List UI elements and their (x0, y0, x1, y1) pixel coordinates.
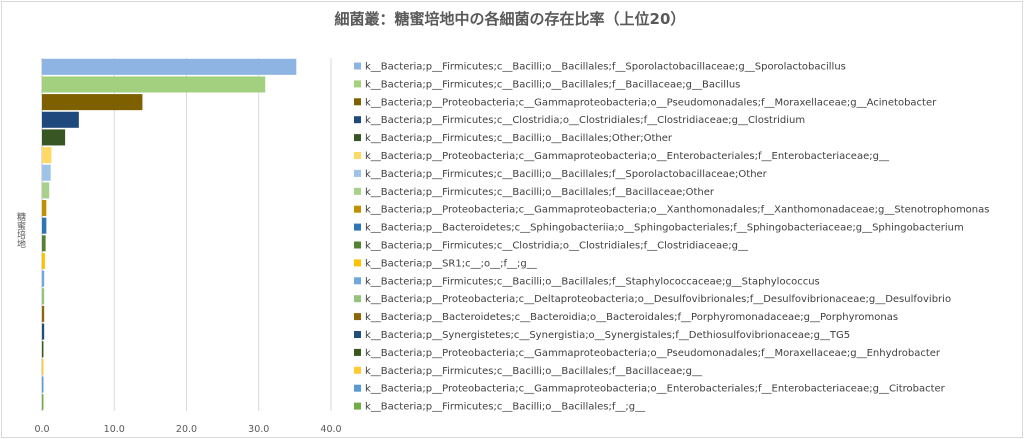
legend-swatch (354, 116, 361, 124)
legend-swatch (354, 259, 361, 267)
legend-swatch (354, 62, 361, 70)
legend-swatch (354, 277, 361, 285)
legend-swatch (354, 187, 361, 195)
legend-label: k__Bacteria;p__Firmicutes;c__Bacilli;o__… (365, 169, 768, 180)
legend-label: k__Bacteria;p__Proteobacteria;c__Gammapr… (365, 348, 941, 359)
legend-label: k__Bacteria;p__Firmicutes;c__Bacilli;o__… (365, 276, 820, 287)
legend-label: k__Bacteria;p__Bacteroidetes;c__Bacteroi… (365, 312, 898, 323)
bar (42, 147, 52, 164)
legend-label: k__Bacteria;p__Firmicutes;c__Bacilli;o__… (365, 187, 715, 198)
legend-swatch (354, 98, 361, 106)
legend-swatch (354, 366, 361, 374)
bar (42, 376, 44, 393)
bar (42, 200, 47, 217)
legend-label: k__Bacteria;p__Proteobacteria;c__Gammapr… (365, 151, 890, 162)
bar (42, 270, 45, 287)
bar (42, 394, 44, 411)
bar (42, 252, 45, 269)
legend-label: k__Bacteria;p__Firmicutes;c__Clostridia;… (365, 115, 805, 126)
bar (42, 358, 44, 375)
x-tick-label: 20.0 (176, 424, 197, 435)
x-tick-label: 0.0 (34, 424, 49, 435)
bar (42, 235, 46, 252)
bar (42, 182, 50, 199)
legend-label: k__Bacteria;p__Firmicutes;c__Clostridia;… (365, 241, 749, 252)
bar (42, 217, 47, 234)
legend-label: k__Bacteria;p__Firmicutes;c__Bacilli;o__… (365, 79, 740, 90)
bar (42, 111, 79, 128)
bar (42, 323, 45, 340)
legend-label: k__Bacteria;p__Firmicutes;c__Bacilli;o__… (365, 133, 673, 144)
legend-label: k__Bacteria;p__Proteobacteria;c__Deltapr… (365, 294, 951, 305)
chart-plot: 0.0 10.0 20.0 30.0 40.0 k__Bacteria;p__Firmic… (34, 58, 989, 435)
legend-swatch (354, 80, 361, 88)
bar (42, 305, 45, 322)
legend-label: k__Bacteria;p__SR1;c__;o__;f__;g__ (365, 258, 538, 269)
legend-swatch (354, 205, 361, 213)
legend-label: k__Bacteria;p__Bacteroidetes;c__Sphingob… (365, 223, 964, 234)
x-tick-label: 30.0 (248, 424, 269, 435)
legend-swatch (354, 402, 361, 410)
bar (42, 76, 266, 93)
bar (42, 341, 44, 358)
bar (42, 58, 297, 75)
bar (42, 288, 45, 305)
bar (42, 94, 143, 111)
legend-swatch (354, 169, 361, 177)
legend-label: k__Bacteria;p__Firmicutes;c__Bacilli;o__… (365, 62, 846, 73)
bar (42, 129, 66, 146)
legend-swatch (354, 223, 361, 231)
legend-label: k__Bacteria;p__Firmicutes;c__Bacilli;o__… (365, 366, 703, 377)
legend-swatch (354, 384, 361, 392)
legend-swatch (354, 313, 361, 321)
legend-swatch (354, 295, 361, 303)
legend-swatch (354, 348, 361, 356)
legend-label: k__Bacteria;p__Firmicutes;c__Bacilli;o__… (365, 402, 646, 413)
bar (42, 164, 51, 181)
legend-label: k__Bacteria;p__Synergistetes;c__Synergis… (365, 330, 850, 341)
x-tick-label: 40.0 (320, 424, 341, 435)
legend-swatch (354, 241, 361, 249)
legend-label: k__Bacteria;p__Proteobacteria;c__Gammapr… (365, 97, 937, 108)
legend-label: k__Bacteria;p__Proteobacteria;c__Gammapr… (365, 205, 989, 216)
legend-swatch (354, 331, 361, 338)
legend-swatch (354, 134, 361, 142)
legend-label: k__Bacteria;p__Proteobacteria;c__Gammapr… (365, 384, 946, 395)
legend-swatch (354, 152, 361, 159)
x-tick-label: 10.0 (104, 424, 125, 435)
